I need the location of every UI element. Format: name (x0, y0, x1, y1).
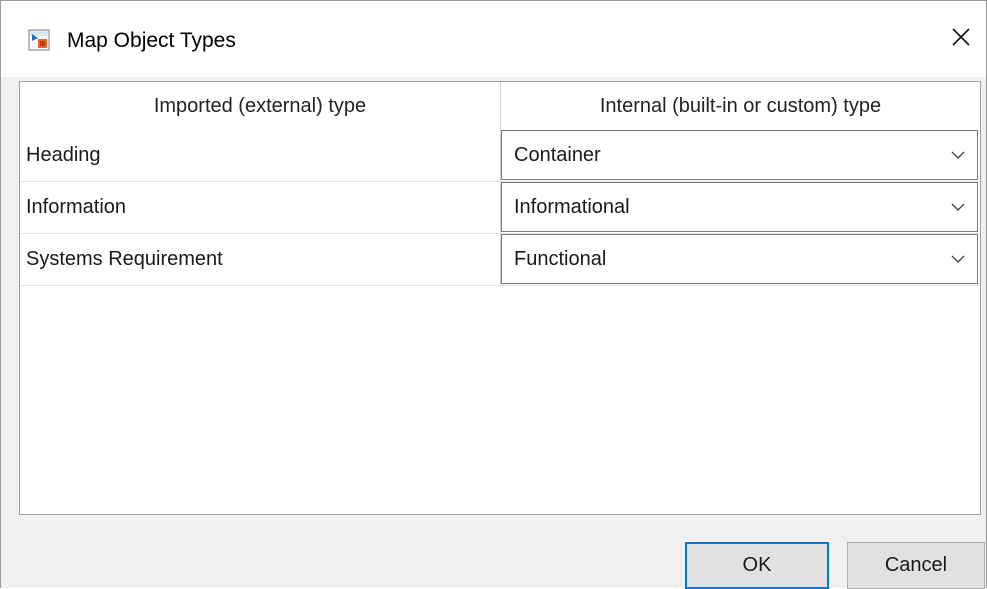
close-button[interactable] (936, 17, 986, 61)
simulink-app-icon (28, 29, 50, 51)
imported-type-cell: Information (20, 182, 501, 233)
internal-type-dropdown[interactable]: Functional (501, 234, 978, 284)
table-header: Imported (external) type Internal (built… (20, 82, 980, 130)
title-bar: Map Object Types (1, 1, 986, 77)
internal-type-dropdown[interactable]: Informational (501, 182, 978, 232)
chevron-down-icon (951, 255, 965, 263)
table-row: Systems Requirement Functional (20, 234, 980, 286)
dropdown-value: Informational (514, 195, 630, 218)
table-row: Information Informational (20, 182, 980, 234)
imported-type-cell: Systems Requirement (20, 234, 501, 285)
imported-type-cell: Heading (20, 130, 501, 181)
mapping-table: Imported (external) type Internal (built… (19, 81, 981, 515)
internal-type-cell: Functional (501, 234, 980, 285)
column-header-internal: Internal (built-in or custom) type (599, 94, 882, 117)
dialog-title: Map Object Types (67, 29, 236, 52)
dropdown-value: Container (514, 143, 601, 166)
ok-button[interactable]: OK (685, 542, 829, 589)
internal-type-dropdown[interactable]: Container (501, 130, 978, 180)
dropdown-value: Functional (514, 247, 607, 270)
column-header-imported: Imported (external) type (20, 82, 501, 130)
internal-type-cell: Informational (501, 182, 980, 233)
cancel-button[interactable]: Cancel (847, 542, 985, 589)
chevron-down-icon (951, 203, 965, 211)
map-object-types-dialog: Map Object Types Imported (external) typ… (0, 0, 987, 589)
internal-type-cell: Container (501, 130, 980, 181)
close-icon (950, 26, 972, 53)
table-row: Heading Container (20, 130, 980, 182)
chevron-down-icon (951, 151, 965, 159)
